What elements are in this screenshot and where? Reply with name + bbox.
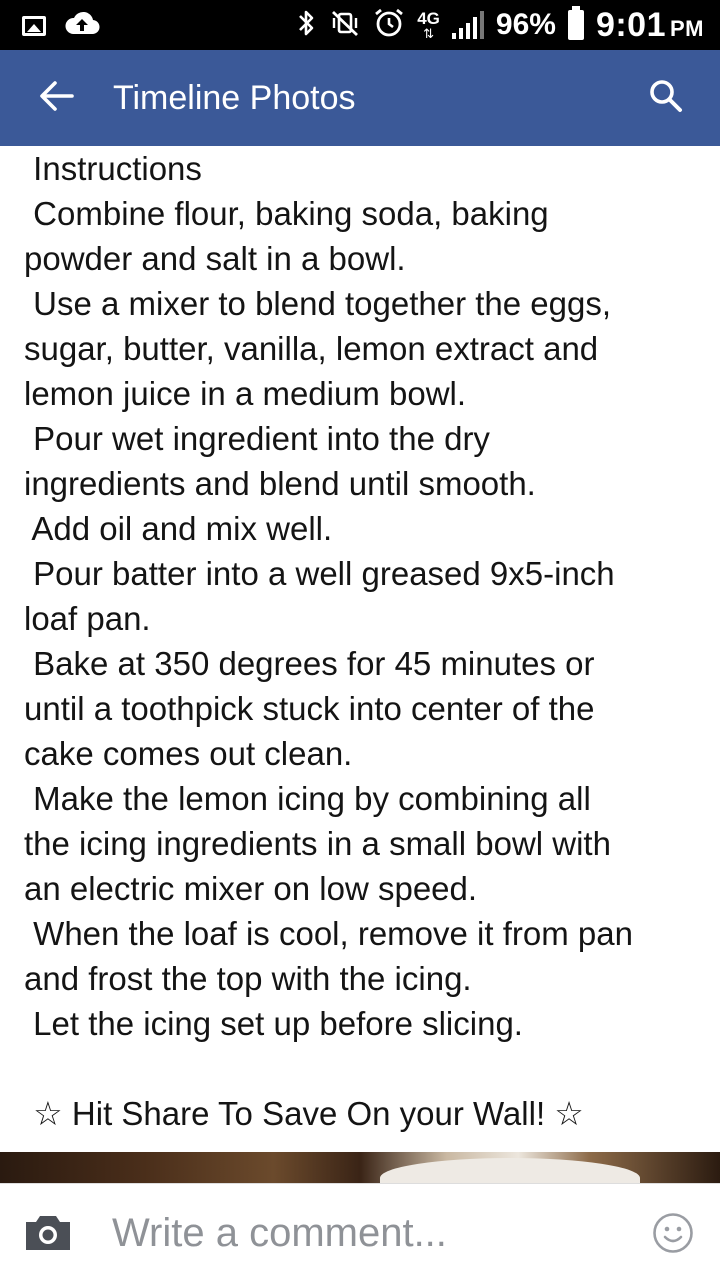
status-bar-left	[22, 10, 100, 41]
page-title: Timeline Photos	[113, 79, 356, 117]
recipe-line: Pour batter into a well greased 9x5-inch	[24, 555, 615, 592]
recipe-line: cake comes out clean.	[24, 735, 353, 772]
clock-ampm: PM	[670, 15, 704, 41]
recipe-line: lemon juice in a medium bowl.	[24, 375, 467, 412]
recipe-line: Instructions	[24, 150, 202, 187]
status-bar-right: 4G ⇅ 96% 9:01 PM	[297, 4, 704, 46]
photo-description[interactable]: Instructions Combine flour, baking soda,…	[0, 146, 720, 1152]
recipe-line: ingredients and blend until smooth.	[24, 465, 536, 502]
recipe-line: powder and salt in a bowl.	[24, 240, 406, 277]
recipe-line: Combine flour, baking soda, baking	[24, 195, 549, 232]
recipe-instructions: Instructions Combine flour, baking soda,…	[0, 146, 720, 1136]
recipe-line: and frost the top with the icing.	[24, 960, 472, 997]
back-arrow-icon	[38, 80, 74, 117]
app-bar: Timeline Photos	[0, 50, 720, 146]
recipe-line: sugar, butter, vanilla, lemon extract an…	[24, 330, 599, 367]
recipe-line: Make the lemon icing by combining all	[24, 780, 591, 817]
vibrate-mute-icon	[329, 8, 361, 43]
comment-bar	[0, 1183, 720, 1280]
bluetooth-icon	[297, 8, 317, 43]
recipe-line: the icing ingredients in a small bowl wi…	[24, 825, 611, 862]
signal-icon	[451, 11, 484, 39]
emoji-button[interactable]	[652, 1212, 694, 1254]
recipe-line: When the loaf is cool, remove it from pa…	[24, 915, 633, 952]
search-button[interactable]	[640, 72, 692, 124]
recipe-line: until a toothpick stuck into center of t…	[24, 690, 595, 727]
recipe-line: ☆ Hit Share To Save On your Wall! ☆	[24, 1095, 584, 1132]
cloud-upload-icon	[64, 10, 100, 41]
recipe-line: an electric mixer on low speed.	[24, 870, 478, 907]
image-icon	[22, 15, 46, 36]
network-type: 4G ⇅	[417, 8, 440, 41]
back-button[interactable]	[30, 72, 82, 124]
camera-icon	[22, 1216, 74, 1258]
battery-icon	[567, 6, 584, 40]
recipe-line: Let the icing set up before slicing.	[24, 1005, 523, 1042]
recipe-line: Use a mixer to blend together the eggs,	[24, 285, 612, 322]
status-bar: 4G ⇅ 96% 9:01 PM	[0, 0, 720, 50]
battery-percent: 96%	[495, 8, 556, 41]
comment-input[interactable]	[110, 1204, 634, 1262]
search-icon	[648, 78, 684, 119]
recipe-line: Add oil and mix well.	[24, 510, 333, 547]
alarm-icon	[373, 7, 405, 44]
network-label: 4G	[417, 8, 440, 28]
clock-time: 9:01	[595, 5, 666, 44]
clock: 9:01 PM	[596, 6, 704, 45]
photo-preview[interactable]	[0, 1152, 720, 1183]
emoji-icon	[652, 1213, 694, 1258]
data-arrows-icon: ⇅	[423, 25, 434, 41]
recipe-line: loaf pan.	[24, 600, 151, 637]
camera-button[interactable]	[22, 1210, 74, 1254]
recipe-line: Pour wet ingredient into the dry	[24, 420, 490, 457]
recipe-line: Bake at 350 degrees for 45 minutes or	[24, 645, 595, 682]
